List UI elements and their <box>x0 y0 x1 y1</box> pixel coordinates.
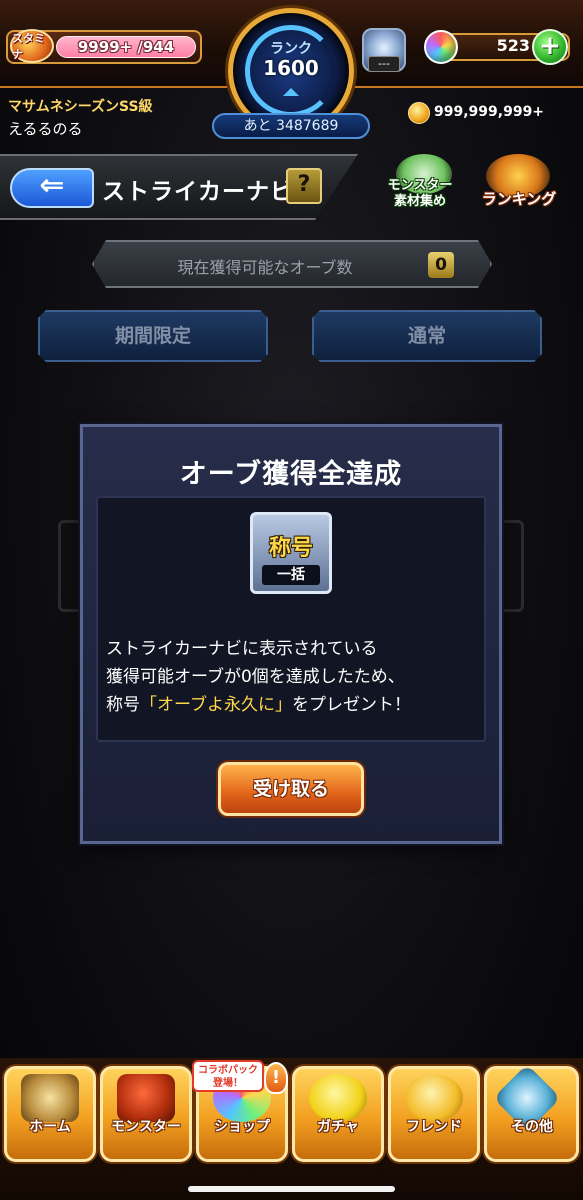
back-button[interactable]: ⇐ <box>10 168 94 208</box>
gacha-icon <box>309 1074 367 1122</box>
player-title: マサムネシーズンSS級 <box>8 99 153 115</box>
player-name: えるるのる <box>8 120 83 138</box>
monster-icon <box>117 1074 175 1122</box>
tab-normal[interactable]: 通常 <box>312 310 542 362</box>
title-badge-label: 称号 <box>268 536 313 561</box>
collab-badge-line1: コラボパック <box>198 1065 258 1076</box>
reward-title-name: 「オーブよ永久に」 <box>140 695 292 715</box>
friend-icon <box>405 1074 463 1122</box>
dialog-text-line-1: ストライカーナビに表示されている <box>106 639 378 659</box>
rank-label: ランク <box>270 41 312 57</box>
gold-coin-icon <box>408 102 430 124</box>
rank-arrow-icon <box>283 88 299 96</box>
nav-gacha-label: ガチャ <box>317 1119 359 1135</box>
material-label-line1: モンスター <box>387 178 453 193</box>
crystal-count: --- <box>368 56 400 72</box>
dialog-text-suffix: をプレゼント！ <box>291 695 411 715</box>
obtainable-orb-label: 現在獲得可能なオーブ数 <box>177 258 353 277</box>
dialog-title: オーブ獲得全達成 <box>179 459 403 490</box>
dialog-text-line-2: 獲得可能オーブが0個を達成したため、 <box>106 667 405 687</box>
tab-limited[interactable]: 期間限定 <box>38 310 268 362</box>
material-label-line2: 素材集め <box>393 194 446 209</box>
home-indicator[interactable] <box>188 1186 395 1192</box>
rank-next-exp: あと 3487689 <box>212 113 370 139</box>
rank-value: 1600 <box>263 56 319 80</box>
nav-monster-label: モンスター <box>111 1119 181 1135</box>
collab-badge-line2: 登場！ <box>213 1078 243 1089</box>
material-collect-button[interactable]: モンスター 素材集め <box>374 178 466 210</box>
home-icon <box>21 1074 79 1122</box>
orb-count: 523 <box>496 36 530 55</box>
help-button[interactable]: ? <box>286 168 322 204</box>
alert-icon: ! <box>264 1062 288 1094</box>
collab-pack-badge: コラボパック 登場！ <box>192 1060 264 1092</box>
dialog-text-prefix: 称号 <box>106 695 140 715</box>
page-title: ストライカーナビ <box>102 179 294 205</box>
stamina-icon: スタミナ <box>10 29 54 63</box>
obtainable-orb-value: 0 <box>428 252 454 278</box>
orb-icon <box>424 30 458 64</box>
nav-home-label: ホーム <box>29 1119 71 1135</box>
nav-shop-label: ショップ <box>214 1119 270 1135</box>
dialog-text-line-3: 称号「オーブよ永久に」をプレゼント！ <box>106 690 480 715</box>
gold-value: 999,999,999+ <box>434 104 545 120</box>
buy-orb-button[interactable]: + <box>532 29 568 65</box>
stamina-value: 9999+ /944 <box>77 38 175 56</box>
title-badge-sub-label: 一括 <box>277 567 305 583</box>
ranking-button[interactable]: ランキング <box>474 188 564 209</box>
nav-other-label: その他 <box>511 1119 553 1135</box>
nav-friend-label: フレンド <box>406 1119 462 1135</box>
receive-button[interactable]: 受け取る <box>218 762 364 816</box>
